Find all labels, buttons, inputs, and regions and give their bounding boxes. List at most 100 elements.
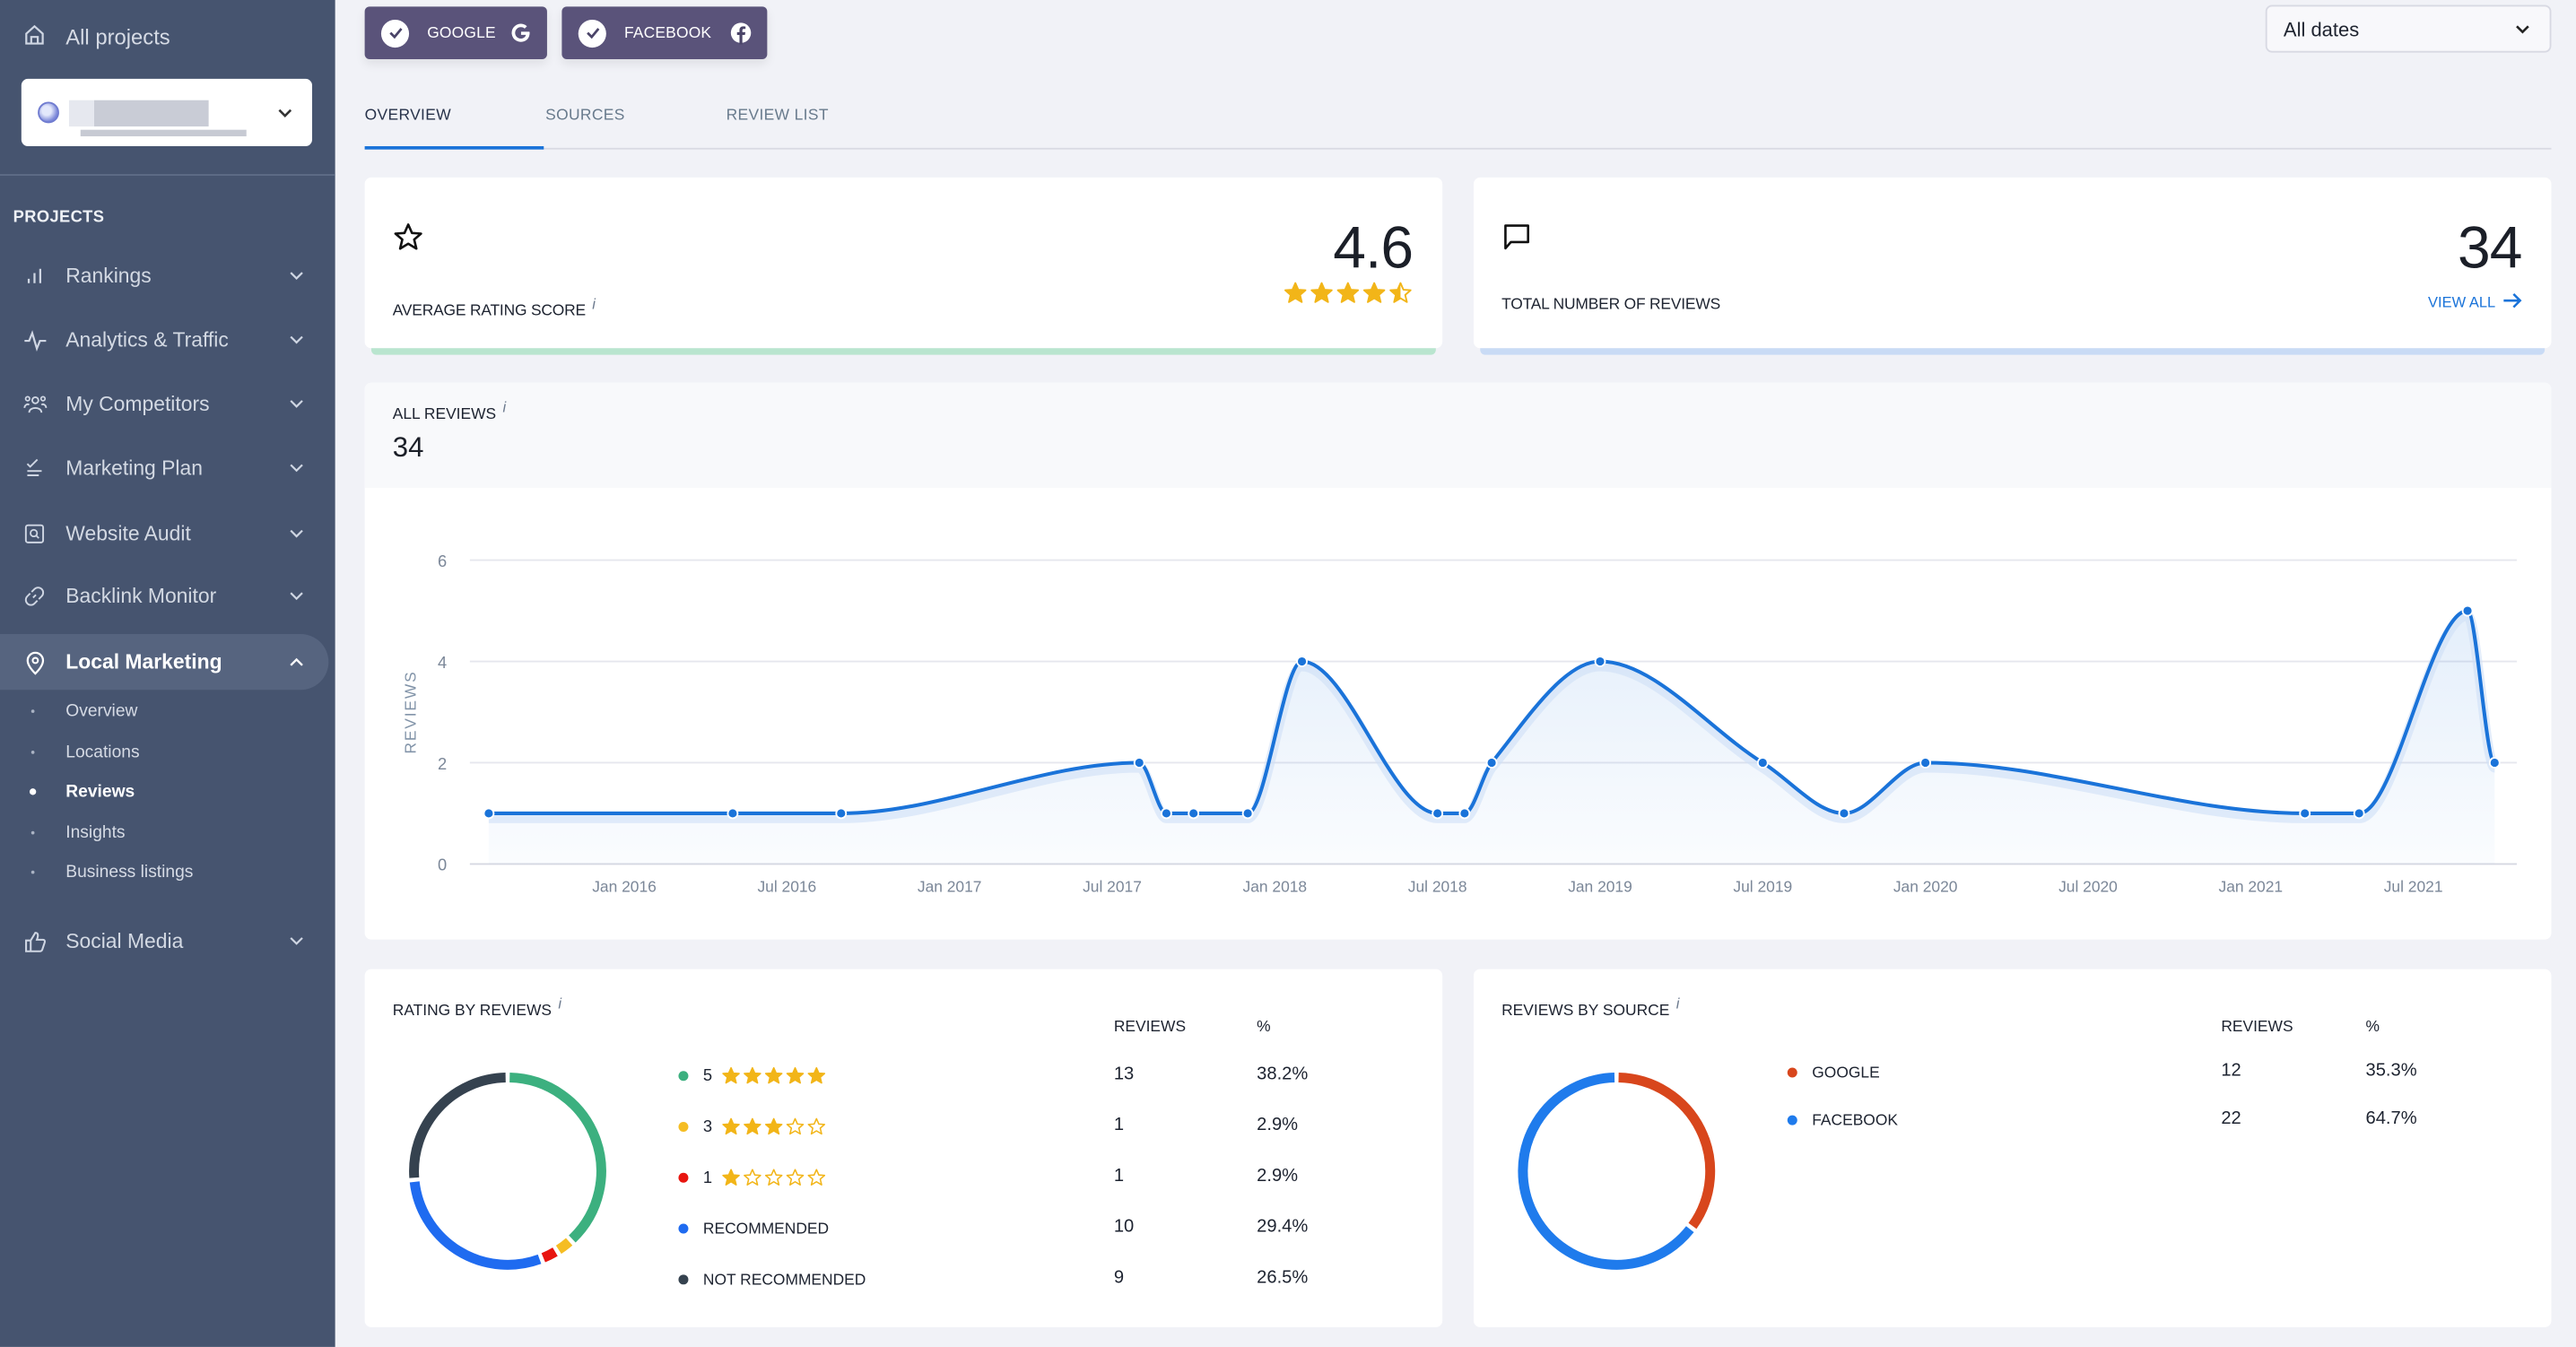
star-empty-icon [806,1169,825,1186]
donut-segment-not-recommended[interactable] [409,1073,506,1178]
data-point [1458,807,1471,820]
sidebar-subitem-label: Overview [65,701,138,722]
date-range-select[interactable]: All dates [2265,4,2552,53]
review-percent: 64.7% [2365,1108,2417,1129]
sidebar-item-my-competitors[interactable]: My Competitors [0,376,328,431]
x-tick-label: Jul 2018 [1408,878,1467,896]
col-header-reviews: REVIEWS [1113,1018,1187,1037]
review-percent: 29.4% [1257,1217,1309,1238]
x-tick-label: Jul 2016 [757,878,816,896]
review-percent: 35.3% [2365,1061,2417,1082]
star-empty-icon [806,1117,825,1135]
legend-dot [678,1274,689,1285]
col-header-reviews: REVIEWS [2221,1018,2293,1037]
data-point [2461,604,2474,617]
col-header-percent: % [1257,1018,1271,1037]
legend-row[interactable]: FACEBOOK [1787,1104,1898,1137]
data-point [1188,807,1200,820]
sidebar-item-social-media[interactable]: Social Media [0,913,328,969]
tab-overview[interactable]: OVERVIEW [365,107,451,125]
data-point [1161,807,1172,820]
rating-by-reviews-title: RATING BY REVIEWS i [392,995,562,1021]
sidebar-item-website-audit[interactable]: Website Audit [0,506,328,561]
donut-segment-recommended[interactable] [409,1181,542,1270]
review-count: 22 [2221,1108,2241,1129]
review-percent: 2.9% [1257,1115,1299,1135]
tab-sources[interactable]: SOURCES [545,107,625,125]
info-icon[interactable]: i [592,296,596,312]
x-tick-label: Jan 2020 [1893,878,1958,896]
star-filled-icon [1336,282,1360,303]
legend-row[interactable]: 5 [678,1059,825,1092]
star-filled-icon [721,1117,740,1135]
donut-segment-1[interactable] [541,1247,558,1263]
project-select[interactable] [21,78,313,147]
view-all-label: VIEW ALL [2428,293,2496,311]
donut-segment-5[interactable] [509,1073,606,1243]
bullet-icon [30,709,35,713]
sidebar-item-rankings[interactable]: Rankings [0,248,328,304]
activity-icon [22,326,48,352]
x-tick-label: Jul 2020 [2058,878,2118,896]
star-filled-icon [764,1066,782,1084]
legend-row[interactable]: NOT RECOMMENDED [678,1264,866,1297]
legend-row[interactable]: 3 [678,1110,825,1143]
source-filter-facebook[interactable]: FACEBOOK [561,6,768,59]
donut-segment-google[interactable] [1618,1073,1716,1230]
sidebar-subitem-locations[interactable]: Locations [0,736,328,769]
star-filled-icon [1362,282,1386,303]
chevron-down-icon [289,591,303,601]
star-rating [720,1168,825,1187]
bar-chart-icon [22,263,48,289]
bullet-icon [30,870,35,874]
rating-by-reviews-card: RATING BY REVIEWS i REVIEWS % 5 13 38.2% 3 1 2… [364,969,1443,1327]
info-icon[interactable]: i [502,399,506,415]
sidebar-item-local-marketing[interactable]: Local Marketing [0,633,329,691]
sidebar-subitem-overview[interactable]: Overview [0,695,328,728]
sidebar-item-label: Local Marketing [65,650,222,674]
source-filter-google[interactable]: GOOGLE [364,6,547,59]
sidebar-item-label: My Competitors [65,392,210,416]
donut-segment-facebook[interactable] [1518,1073,1694,1270]
info-icon[interactable]: i [558,995,561,1012]
sidebar-subitem-insights[interactable]: Insights [0,816,328,849]
x-tick-label: Jan 2016 [592,878,657,896]
data-point [1296,656,1308,667]
projects-section-label: PROJECTS [13,208,105,227]
legend-dot [678,1223,689,1234]
tab-review-list[interactable]: REVIEW LIST [727,107,829,125]
home-icon [23,23,47,51]
reviews-accent-bar [1480,348,2546,355]
comment-icon [1501,222,1533,261]
donut-segment-3[interactable] [555,1238,573,1255]
all-projects-link[interactable]: All projects [23,23,170,51]
legend-row[interactable]: 1 [678,1161,825,1195]
review-count: 9 [1113,1267,1125,1288]
legend-dot [678,1071,689,1082]
sidebar-subitem-reviews[interactable]: Reviews [0,776,328,809]
audit-search-icon [22,521,48,547]
star-filled-icon [785,1066,804,1084]
sidebar-item-label: Analytics & Traffic [65,328,229,352]
chevron-down-icon [289,399,303,409]
source-donut-chart [1518,1073,1716,1270]
sidebar-item-backlink-monitor[interactable]: Backlink Monitor [0,569,328,624]
legend-row[interactable]: GOOGLE [1787,1056,1880,1090]
data-point [727,807,739,820]
sidebar-item-label: Rankings [65,264,152,288]
bullet-icon [30,751,35,754]
info-icon[interactable]: i [1676,995,1680,1012]
rating-stars [1283,281,1413,305]
sidebar-subitem-label: Insights [65,822,126,843]
sidebar-item-marketing-plan[interactable]: Marketing Plan [0,440,328,496]
star-filled-icon [721,1169,740,1186]
review-count: 12 [2221,1061,2241,1082]
legend-row[interactable]: RECOMMENDED [678,1212,829,1246]
view-all-link[interactable]: VIEW ALL [2428,292,2522,312]
sidebar-subitem-business-listings[interactable]: Business listings [0,856,328,889]
star-empty-icon [764,1169,782,1186]
all-reviews-title: ALL REVIEWS i [392,399,507,424]
chevron-down-icon [289,271,303,281]
sidebar-item-analytics-traffic[interactable]: Analytics & Traffic [0,312,328,368]
legend-dot [1787,1067,1797,1078]
